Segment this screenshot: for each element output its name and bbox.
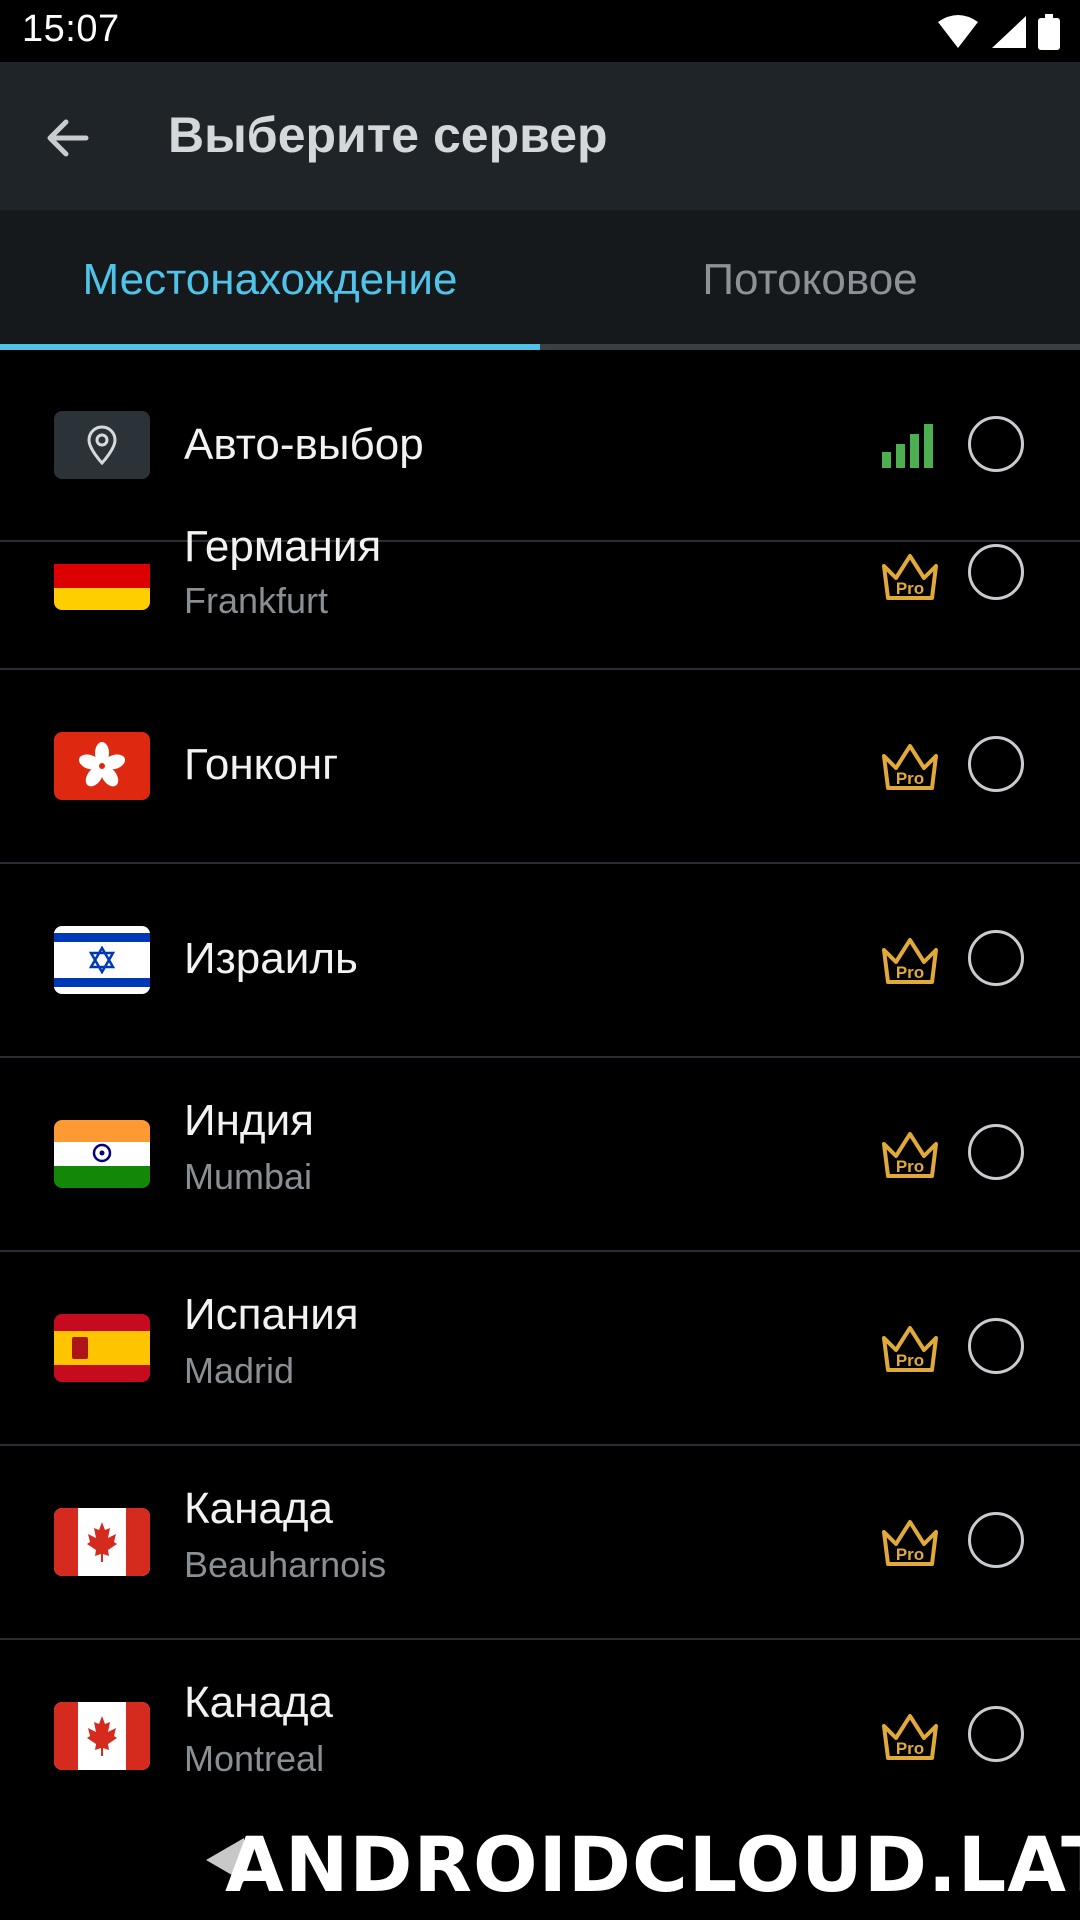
status-icons: [938, 12, 1060, 52]
auto-select-label: Авто-выбор: [184, 420, 424, 469]
back-arrow-icon[interactable]: [40, 110, 96, 166]
flag-israel-icon: [54, 926, 150, 994]
server-country: Израиль: [184, 934, 358, 983]
watermark: ANDROIDCLOUD.LAT: [225, 1820, 1080, 1909]
radio-button[interactable]: [968, 1318, 1024, 1374]
server-list[interactable]: Авто-выбор Германия Frankfurt Pro Гонкон…: [0, 350, 1080, 1920]
radio-button[interactable]: [968, 1706, 1024, 1762]
radio-button[interactable]: [968, 1512, 1024, 1568]
flag-spain-icon: [54, 1314, 150, 1382]
location-pin-icon: [54, 411, 150, 479]
radio-button[interactable]: [968, 1124, 1024, 1180]
tab-location[interactable]: Местонахождение: [0, 210, 540, 350]
tab-location-label: Местонахождение: [82, 255, 458, 304]
status-bar: 15:07: [0, 0, 1080, 62]
tab-streaming[interactable]: Потоковое: [540, 210, 1080, 350]
server-city: Montreal: [184, 1738, 325, 1779]
list-item-server[interactable]: Германия Frankfurt Pro: [0, 522, 1080, 670]
app-bar: Выберите сервер: [0, 62, 1080, 210]
tab-streaming-label: Потоковое: [702, 255, 918, 304]
server-country: Канада: [184, 1484, 334, 1533]
flag-canada-icon: [54, 1702, 150, 1770]
pro-badge-text: Pro: [896, 1739, 924, 1758]
flag-hong-kong-icon: [54, 732, 150, 800]
pro-crown-icon: Pro: [882, 1714, 938, 1760]
list-item-server[interactable]: Канада Montreal Pro: [0, 1640, 1080, 1832]
list-item-auto-select[interactable]: Авто-выбор: [0, 350, 1080, 542]
pro-crown-icon: Pro: [882, 554, 938, 600]
pro-badge-text: Pro: [896, 769, 924, 788]
server-city: Frankfurt: [184, 580, 329, 621]
flag-germany-icon: [54, 542, 150, 610]
server-city: Mumbai: [184, 1156, 313, 1197]
radio-button[interactable]: [968, 736, 1024, 792]
radio-button[interactable]: [968, 416, 1024, 472]
battery-icon: [1038, 14, 1060, 50]
signal-bars-icon: [882, 424, 933, 468]
pro-crown-icon: Pro: [882, 1132, 938, 1178]
list-item-server[interactable]: Израиль Pro: [0, 864, 1080, 1058]
pro-badge-text: Pro: [896, 1351, 924, 1370]
status-time: 15:07: [22, 8, 120, 50]
wifi-icon: [938, 15, 978, 48]
pro-crown-icon: Pro: [882, 744, 938, 790]
server-city: Beauharnois: [184, 1544, 387, 1585]
server-country: Германия: [184, 522, 382, 571]
list-item-server[interactable]: Индия Mumbai Pro: [0, 1058, 1080, 1252]
flag-canada-icon: [54, 1508, 150, 1576]
list-item-server[interactable]: Испания Madrid Pro: [0, 1252, 1080, 1446]
pro-badge-text: Pro: [896, 1157, 924, 1176]
cell-signal-icon: [992, 16, 1026, 48]
radio-button[interactable]: [968, 544, 1024, 600]
flag-india-icon: [54, 1120, 150, 1188]
radio-button[interactable]: [968, 930, 1024, 986]
pro-badge-text: Pro: [896, 963, 924, 982]
server-country: Гонконг: [184, 740, 339, 789]
server-country: Канада: [184, 1678, 334, 1727]
tab-bar: Местонахождение Потоковое: [0, 210, 1080, 350]
pro-badge-text: Pro: [896, 1545, 924, 1564]
pro-badge-text: Pro: [896, 579, 924, 598]
page-title: Выберите сервер: [168, 107, 608, 163]
server-country: Индия: [184, 1096, 315, 1145]
list-item-server[interactable]: Канада Beauharnois Pro: [0, 1446, 1080, 1640]
pro-crown-icon: Pro: [882, 938, 938, 984]
pro-crown-icon: Pro: [882, 1520, 938, 1566]
pro-crown-icon: Pro: [882, 1326, 938, 1372]
server-country: Испания: [184, 1290, 359, 1339]
server-city: Madrid: [184, 1350, 295, 1391]
list-item-server[interactable]: Гонконг Pro: [0, 670, 1080, 864]
